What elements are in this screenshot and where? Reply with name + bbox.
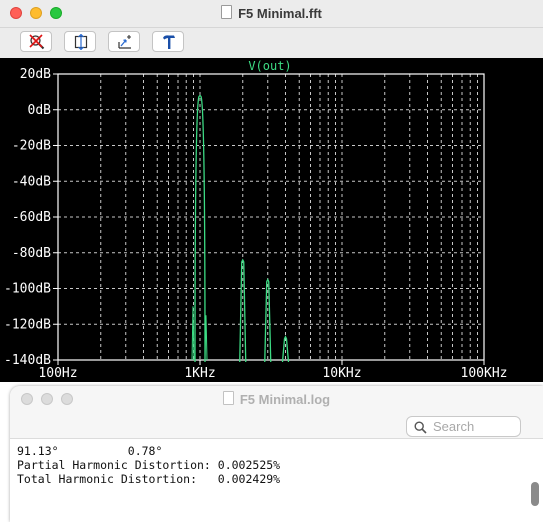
y-tick-label: -60dB	[12, 210, 51, 225]
y-tick-label: -20dB	[12, 139, 51, 154]
log-titlebar: F5 Minimal.log	[10, 386, 543, 439]
zoom-cancel-button[interactable]	[20, 31, 52, 52]
magnifier-cross-icon	[29, 34, 45, 50]
y-tick-label: 0dB	[28, 103, 52, 118]
y-tick-label: -80dB	[12, 246, 51, 261]
search-box[interactable]	[406, 416, 521, 437]
log-window: F5 Minimal.log 91.13° 0.78° Partial Harm…	[10, 386, 543, 522]
x-tick-label: 10KHz	[322, 366, 361, 381]
x-axis-labels: 100Hz 1KHz 10KHz 100KHz	[38, 360, 507, 381]
document-icon	[222, 391, 234, 405]
zoom-back-icon	[118, 35, 131, 49]
hammer-button[interactable]	[152, 31, 184, 52]
y-tick-label: 20dB	[20, 67, 51, 82]
fft-window-title: F5 Minimal.fft	[238, 6, 322, 21]
log-scrollbar[interactable]	[531, 482, 539, 506]
x-tick-label: 100Hz	[38, 366, 77, 381]
y-tick-label: -100dB	[4, 282, 51, 297]
document-icon	[221, 5, 233, 19]
plot-grid	[58, 74, 484, 360]
trace-layer	[191, 94, 290, 363]
x-tick-label: 1KHz	[184, 366, 215, 381]
y-tick-label: -120dB	[4, 317, 51, 332]
log-line-partial-thd: Partial Harmonic Distortion: 0.002525%	[17, 458, 281, 472]
search-input[interactable]	[433, 419, 517, 434]
trace-name[interactable]: V(out)	[248, 59, 291, 73]
fft-window: F5 Minimal.fft V(out) 20dB 0dB -20dB -40…	[0, 0, 543, 382]
fft-toolbar	[0, 28, 543, 58]
fft-titlebar: F5 Minimal.fft	[0, 0, 543, 28]
zoom-back-button[interactable]	[108, 31, 140, 52]
log-window-title-wrap: F5 Minimal.log	[10, 391, 543, 407]
log-window-title: F5 Minimal.log	[239, 392, 331, 407]
log-line-total-thd: Total Harmonic Distortion: 0.002429%	[17, 472, 281, 486]
search-icon	[414, 421, 427, 434]
hammer-icon	[163, 35, 175, 49]
y-tick-label: -40dB	[12, 174, 51, 189]
y-axis-labels: 20dB0dB-20dB-40dB-60dB-80dB-100dB-120dB-…	[4, 67, 58, 368]
log-line-phase: 91.13° 0.78°	[17, 444, 163, 458]
zoom-extents-button[interactable]	[64, 31, 96, 52]
fft-plot[interactable]: V(out) 20dB 0dB -20dB -40dB -60dB -80dB -100dB…	[0, 58, 543, 382]
zoom-extents-icon	[74, 34, 88, 50]
log-content[interactable]: 91.13° 0.78° Partial Harmonic Distortion…	[17, 444, 280, 486]
x-tick-label: 100KHz	[461, 366, 508, 381]
fft-window-title-wrap: F5 Minimal.fft	[0, 5, 543, 21]
